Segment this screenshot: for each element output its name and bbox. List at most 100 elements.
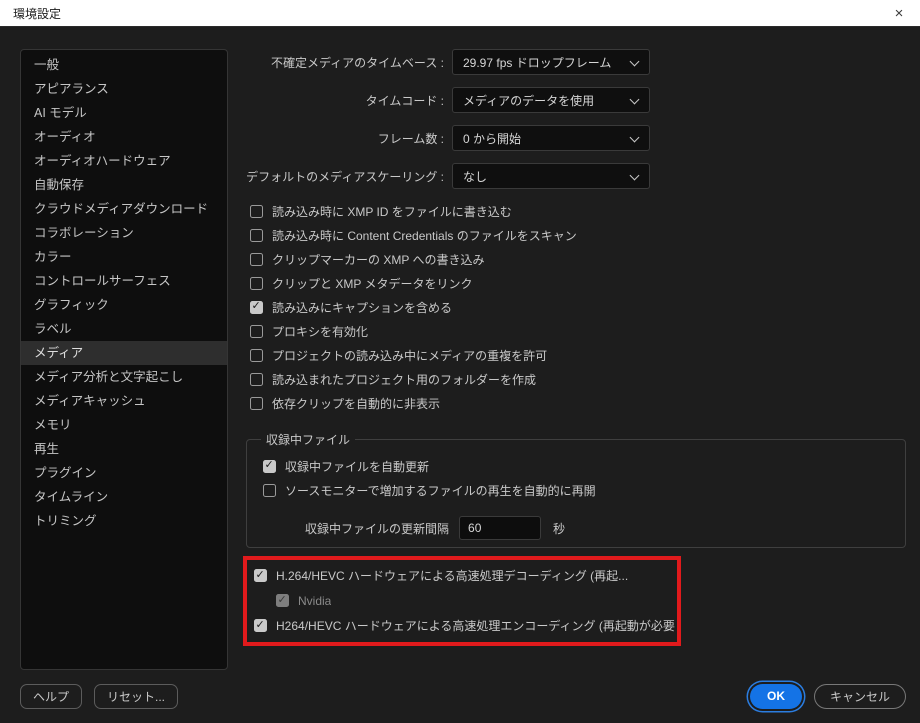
checkbox-unchecked-icon[interactable] [250, 325, 263, 338]
checkbox-unchecked-icon[interactable] [263, 484, 276, 497]
checkbox-row: Nvidia [250, 588, 677, 613]
checkbox-label: ソースモニターで増加するファイルの再生を自動的に再開 [285, 482, 596, 499]
chevron-down-icon [630, 133, 640, 143]
checkbox-unchecked-icon[interactable] [250, 229, 263, 242]
checkbox-unchecked-icon[interactable] [250, 277, 263, 290]
update-interval-input[interactable] [459, 516, 541, 540]
sidebar-item[interactable]: プラグイン [21, 461, 227, 485]
sidebar-item[interactable]: 一般 [21, 53, 227, 77]
checkbox-row[interactable]: H264/HEVC ハードウェアによる高速処理エンコーディング (再起動が必要 [250, 613, 677, 638]
help-button[interactable]: ヘルプ [20, 684, 82, 709]
sidebar-item[interactable]: コラボレーション [21, 221, 227, 245]
sidebar-item[interactable]: ラベル [21, 317, 227, 341]
row-timecode: タイムコード : メディアのデータを使用 [246, 87, 920, 113]
checkbox-label: 読み込み時に Content Credentials のファイルをスキャン [272, 227, 577, 244]
row-indeterminate-timebase: 不確定メディアのタイムベース : 29.97 fps ドロップフレーム [246, 49, 920, 75]
checkbox-row[interactable]: H.264/HEVC ハードウェアによる高速処理デコーディング (再起... [250, 563, 677, 588]
checkbox-label: プロキシを有効化 [272, 323, 368, 340]
field-label: タイムコード : [246, 92, 452, 109]
sidebar-item[interactable]: メモリ [21, 413, 227, 437]
sidebar-item[interactable]: オーディオ [21, 125, 227, 149]
select-value: 0 から開始 [463, 130, 521, 147]
sidebar-item[interactable]: メディア分析と文字起こし [21, 365, 227, 389]
sidebar-item[interactable]: アピアランス [21, 77, 227, 101]
checkbox-row[interactable]: クリップマーカーの XMP への書き込み [246, 247, 920, 271]
recording-files-group: 収録中ファイル 収録中ファイルを自動更新ソースモニターで増加するファイルの再生を… [246, 431, 906, 548]
checkbox-checked-icon[interactable] [254, 569, 267, 582]
dialog-body: 一般アピアランスAI モデルオーディオオーディオハードウェア自動保存クラウドメデ… [0, 27, 920, 723]
sidebar-item[interactable]: AI モデル [21, 101, 227, 125]
checkbox-checked-icon[interactable] [263, 460, 276, 473]
field-label: 不確定メディアのタイムベース : [246, 54, 452, 71]
close-icon[interactable]: × [878, 0, 920, 26]
checkbox-row[interactable]: 読み込みにキャプションを含める [246, 295, 920, 319]
checkbox-checked-icon [276, 594, 289, 607]
chevron-down-icon [630, 171, 640, 181]
sidebar-item[interactable]: クラウドメディアダウンロード [21, 197, 227, 221]
import-options-list: 読み込み時に XMP ID をファイルに書き込む読み込み時に Content C… [246, 199, 920, 415]
select-value: メディアのデータを使用 [463, 92, 594, 109]
checkbox-row[interactable]: 読み込まれたプロジェクト用のフォルダーを作成 [246, 367, 920, 391]
checkbox-unchecked-icon[interactable] [250, 373, 263, 386]
checkbox-row[interactable]: 収録中ファイルを自動更新 [259, 454, 905, 478]
checkbox-unchecked-icon[interactable] [250, 397, 263, 410]
checkbox-label: プロジェクトの読み込み中にメディアの重複を許可 [272, 347, 547, 364]
chevron-down-icon [630, 57, 640, 67]
sidebar-item[interactable]: グラフィック [21, 293, 227, 317]
footer: ヘルプ リセット... OK キャンセル [20, 683, 906, 709]
sidebar-item[interactable]: コントロールサーフェス [21, 269, 227, 293]
row-default-media-scaling: デフォルトのメディアスケーリング : なし [246, 163, 920, 189]
checkbox-checked-icon[interactable] [250, 301, 263, 314]
sidebar-item[interactable]: 再生 [21, 437, 227, 461]
checkbox-label: 読み込まれたプロジェクト用のフォルダーを作成 [272, 371, 536, 388]
ok-button[interactable]: OK [750, 684, 802, 709]
checkbox-label: H.264/HEVC ハードウェアによる高速処理デコーディング (再起... [276, 567, 628, 584]
sidebar-item-media-selected[interactable]: メディア [21, 341, 227, 365]
content-panel: 不確定メディアのタイムベース : 29.97 fps ドロップフレーム タイムコ… [246, 27, 920, 646]
sidebar-item[interactable]: カラー [21, 245, 227, 269]
sidebar: 一般アピアランスAI モデルオーディオオーディオハードウェア自動保存クラウドメデ… [20, 49, 228, 670]
checkbox-label: H264/HEVC ハードウェアによる高速処理エンコーディング (再起動が必要 [276, 617, 675, 634]
select-value: 29.97 fps ドロップフレーム [463, 54, 611, 71]
recording-options-list: 収録中ファイルを自動更新ソースモニターで増加するファイルの再生を自動的に再開 [259, 454, 905, 502]
row-frame-count: フレーム数 : 0 から開始 [246, 125, 920, 151]
select-value: なし [463, 168, 487, 185]
sidebar-item[interactable]: メディアキャッシュ [21, 389, 227, 413]
checkbox-row[interactable]: プロジェクトの読み込み中にメディアの重複を許可 [246, 343, 920, 367]
window-title: 環境設定 [0, 5, 61, 22]
default-media-scaling-select[interactable]: なし [452, 163, 650, 189]
sidebar-item[interactable]: トリミング [21, 509, 227, 533]
field-label: デフォルトのメディアスケーリング : [246, 168, 452, 185]
checkbox-checked-icon[interactable] [254, 619, 267, 632]
checkbox-unchecked-icon[interactable] [250, 205, 263, 218]
update-interval-label: 収録中ファイルの更新間隔 [305, 520, 449, 537]
checkbox-row[interactable]: ソースモニターで増加するファイルの再生を自動的に再開 [259, 478, 905, 502]
checkbox-row[interactable]: 読み込み時に Content Credentials のファイルをスキャン [246, 223, 920, 247]
preferences-dialog: 環境設定 × 一般アピアランスAI モデルオーディオオーディオハードウェア自動保… [0, 0, 920, 723]
update-interval-unit: 秒 [553, 520, 565, 537]
cancel-button[interactable]: キャンセル [814, 684, 906, 709]
hw-acceleration-annotation-box: H.264/HEVC ハードウェアによる高速処理デコーディング (再起... Nv… [243, 556, 681, 646]
reset-button[interactable]: リセット... [94, 684, 178, 709]
sidebar-item[interactable]: オーディオハードウェア [21, 149, 227, 173]
frame-count-select[interactable]: 0 から開始 [452, 125, 650, 151]
sidebar-item[interactable]: タイムライン [21, 485, 227, 509]
sidebar-item[interactable]: 自動保存 [21, 173, 227, 197]
checkbox-row[interactable]: 読み込み時に XMP ID をファイルに書き込む [246, 199, 920, 223]
checkbox-row[interactable]: プロキシを有効化 [246, 319, 920, 343]
checkbox-row[interactable]: クリップと XMP メタデータをリンク [246, 271, 920, 295]
checkbox-label: クリップと XMP メタデータをリンク [272, 275, 472, 292]
checkbox-label: Nvidia [298, 594, 331, 608]
group-legend: 収録中ファイル [261, 431, 355, 448]
checkbox-row[interactable]: 依存クリップを自動的に非表示 [246, 391, 920, 415]
checkbox-unchecked-icon[interactable] [250, 349, 263, 362]
checkbox-label: 依存クリップを自動的に非表示 [272, 395, 440, 412]
checkbox-label: 収録中ファイルを自動更新 [285, 458, 429, 475]
chevron-down-icon [630, 95, 640, 105]
titlebar: 環境設定 × [0, 0, 920, 27]
indeterminate-timebase-select[interactable]: 29.97 fps ドロップフレーム [452, 49, 650, 75]
update-interval-row: 収録中ファイルの更新間隔 秒 [305, 516, 905, 540]
checkbox-label: クリップマーカーの XMP への書き込み [272, 251, 484, 268]
checkbox-unchecked-icon[interactable] [250, 253, 263, 266]
timecode-select[interactable]: メディアのデータを使用 [452, 87, 650, 113]
